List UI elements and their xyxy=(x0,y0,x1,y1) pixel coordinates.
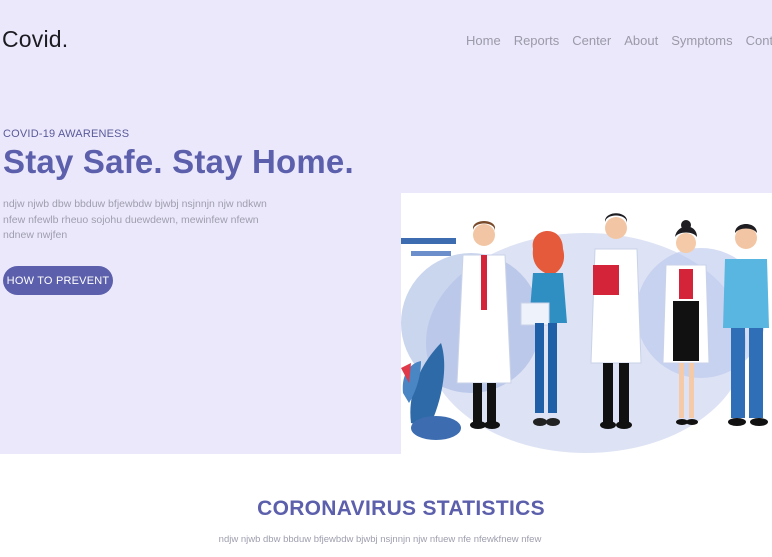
nav-home-link[interactable]: Home xyxy=(466,33,501,48)
main-nav: Home Reports Center About Symptoms Contact xyxy=(466,33,772,48)
nav-about-link[interactable]: About xyxy=(624,33,658,48)
how-to-prevent-button[interactable]: HOW TO PREVENT xyxy=(3,266,113,295)
hero-blurb: ndjw njwb dbw bbduw bfjewbdw bjwbj nsjnn… xyxy=(3,198,267,241)
hero-kicker: COVID-19 AWARENESS xyxy=(3,128,130,140)
hero-section: Covid. Home Reports Center About Symptoms Con… xyxy=(0,0,772,454)
nav-contact-link[interactable]: Contact xyxy=(746,33,772,48)
hero-headline: Stay Safe. Stay Home. xyxy=(3,143,354,180)
statistics-subtitle: ndjw njwb dbw bbduw bfjewbdw bjwbj nsjnn… xyxy=(218,534,542,545)
nav-reports-link[interactable]: Reports xyxy=(514,33,560,48)
medical-staff-illustration xyxy=(401,193,772,454)
site-logo[interactable]: Covid. xyxy=(2,26,68,53)
nav-center-link[interactable]: Center xyxy=(572,33,611,48)
nav-symptoms-link[interactable]: Symptoms xyxy=(671,33,732,48)
statistics-heading: CORONAVIRUS STATISTICS xyxy=(257,497,545,520)
